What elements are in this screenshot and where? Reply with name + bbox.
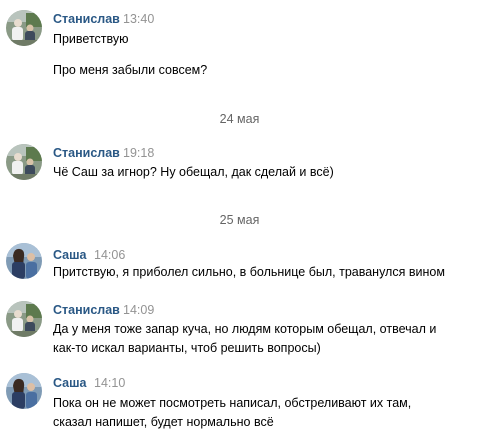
message-author[interactable]: Станислав bbox=[53, 12, 120, 27]
avatar-photo-icon bbox=[6, 373, 42, 409]
avatar-sasha[interactable] bbox=[6, 373, 42, 409]
message-time[interactable]: 14:09 bbox=[123, 303, 154, 318]
message-time[interactable]: 19:18 bbox=[123, 146, 154, 161]
message-time[interactable]: 13:40 bbox=[123, 12, 154, 27]
message-text-line: Чё Саш за игнор? Ну обещал, дак сделай и… bbox=[53, 165, 334, 179]
avatar-stanislav[interactable] bbox=[6, 144, 42, 180]
avatar-photo-icon bbox=[6, 10, 42, 46]
message-time[interactable]: 14:10 bbox=[94, 376, 125, 391]
avatar-photo-icon bbox=[6, 243, 42, 279]
message-author[interactable]: Саша bbox=[53, 248, 87, 263]
avatar-photo-icon bbox=[6, 144, 42, 180]
message-text-line: Про меня забыли совсем? bbox=[53, 63, 208, 77]
date-separator: 24 мая bbox=[219, 112, 260, 126]
message-text-line: Да у меня тоже запар куча, но людям кото… bbox=[53, 322, 437, 336]
avatar-sasha[interactable] bbox=[6, 243, 42, 279]
message-text-line: Пока он не может посмотреть написал, обс… bbox=[53, 396, 412, 410]
avatar-stanislav[interactable] bbox=[6, 301, 42, 337]
avatar-photo-icon bbox=[6, 301, 42, 337]
message-text-line: Приветствую bbox=[53, 32, 129, 46]
message-text-line: Притствую, я приболел сильно, в больнице… bbox=[53, 265, 445, 279]
avatar-stanislav[interactable] bbox=[6, 10, 42, 46]
date-separator: 25 мая bbox=[219, 213, 260, 227]
message-text-line: сказал напишет, будет нормально всё bbox=[53, 415, 274, 429]
message-author[interactable]: Станислав bbox=[53, 303, 120, 318]
message-author[interactable]: Станислав bbox=[53, 146, 120, 161]
message-author[interactable]: Саша bbox=[53, 376, 87, 391]
message-time[interactable]: 14:06 bbox=[94, 248, 125, 263]
message-text-line: как-то искал варианты, чтоб решить вопро… bbox=[53, 341, 321, 355]
